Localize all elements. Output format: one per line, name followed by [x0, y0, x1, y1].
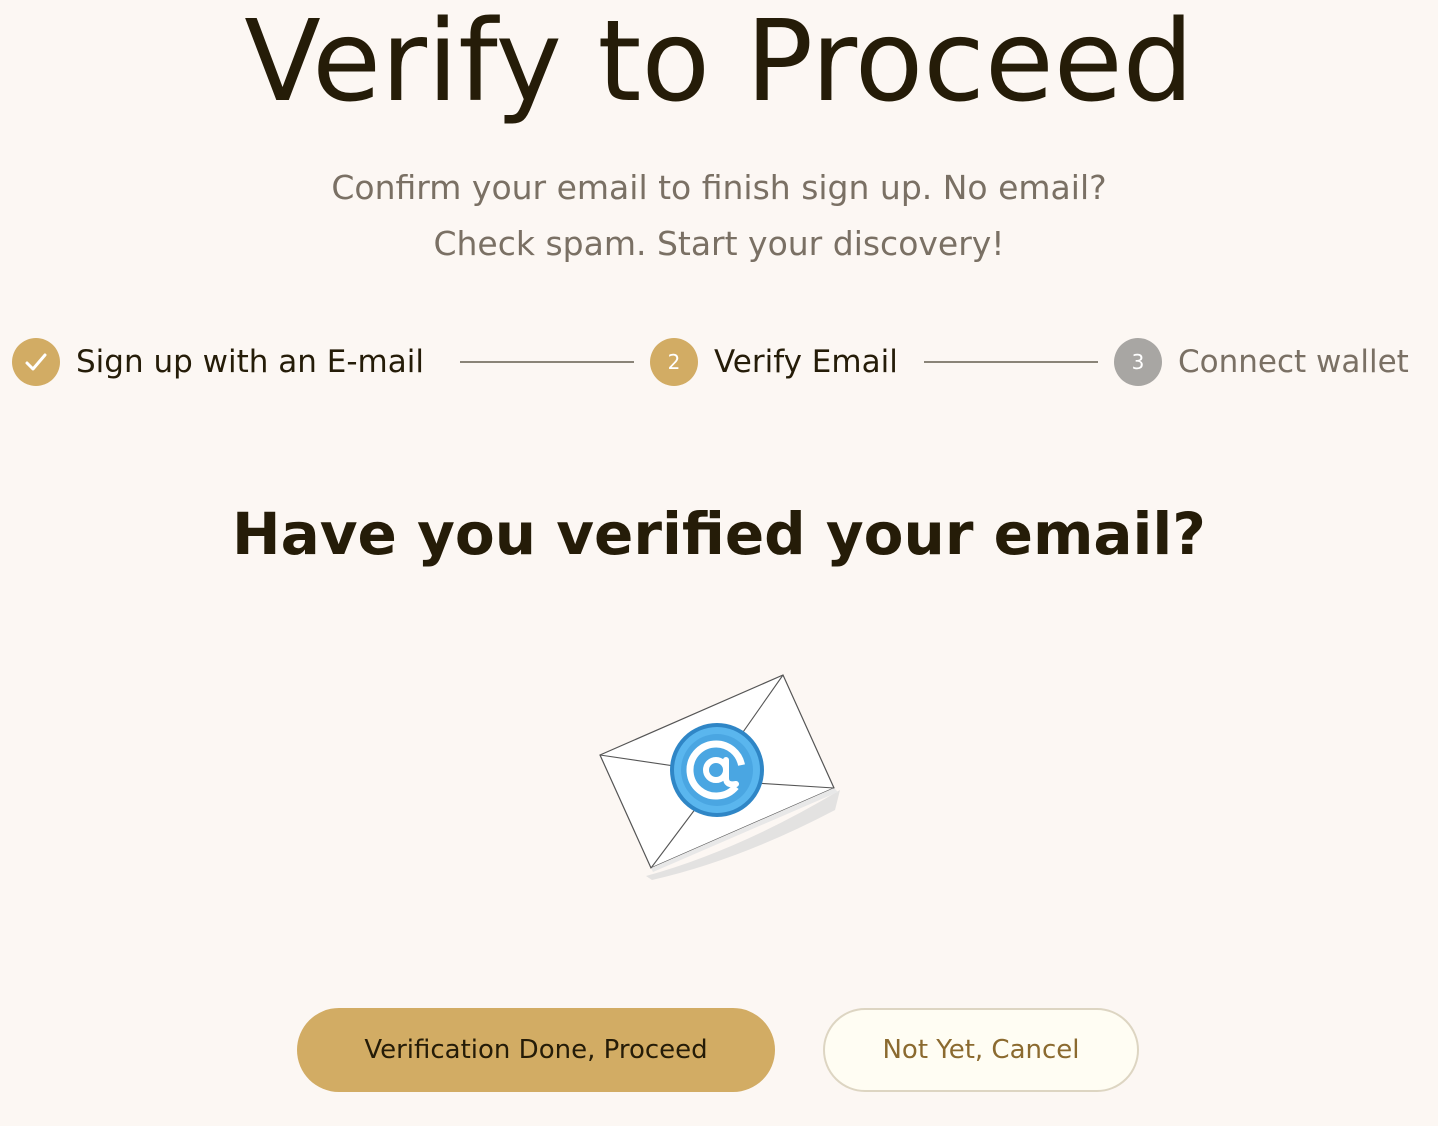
step-connector: [460, 361, 634, 363]
subtitle-line-1: Confirm your email to finish sign up. No…: [331, 168, 1107, 207]
check-icon: [25, 353, 47, 371]
subtitle-line-2: Check spam. Start your discovery!: [433, 224, 1005, 263]
step-2-label: Verify Email: [714, 344, 898, 380]
step-1-label: Sign up with an E-mail: [76, 344, 424, 380]
step-3-indicator: 3: [1114, 338, 1162, 386]
step-3-label: Connect wallet: [1178, 344, 1409, 380]
step-3-number: 3: [1131, 350, 1145, 374]
email-envelope-icon: [590, 660, 850, 890]
step-2-indicator: 2: [650, 338, 698, 386]
step-connector: [924, 361, 1098, 363]
progress-stepper: Sign up with an E-mail 2 Verify Email 3 …: [0, 338, 1438, 386]
page-subtitle: Confirm your email to finish sign up. No…: [0, 160, 1438, 272]
verification-question: Have you verified your email?: [232, 500, 1206, 568]
cancel-button[interactable]: Not Yet, Cancel: [823, 1008, 1139, 1092]
step-2-number: 2: [667, 350, 681, 374]
envelope-illustration: [599, 674, 840, 880]
verification-done-button[interactable]: Verification Done, Proceed: [297, 1008, 775, 1092]
page-title: Verify to Proceed: [244, 0, 1194, 127]
step-1-check-icon: [12, 338, 60, 386]
